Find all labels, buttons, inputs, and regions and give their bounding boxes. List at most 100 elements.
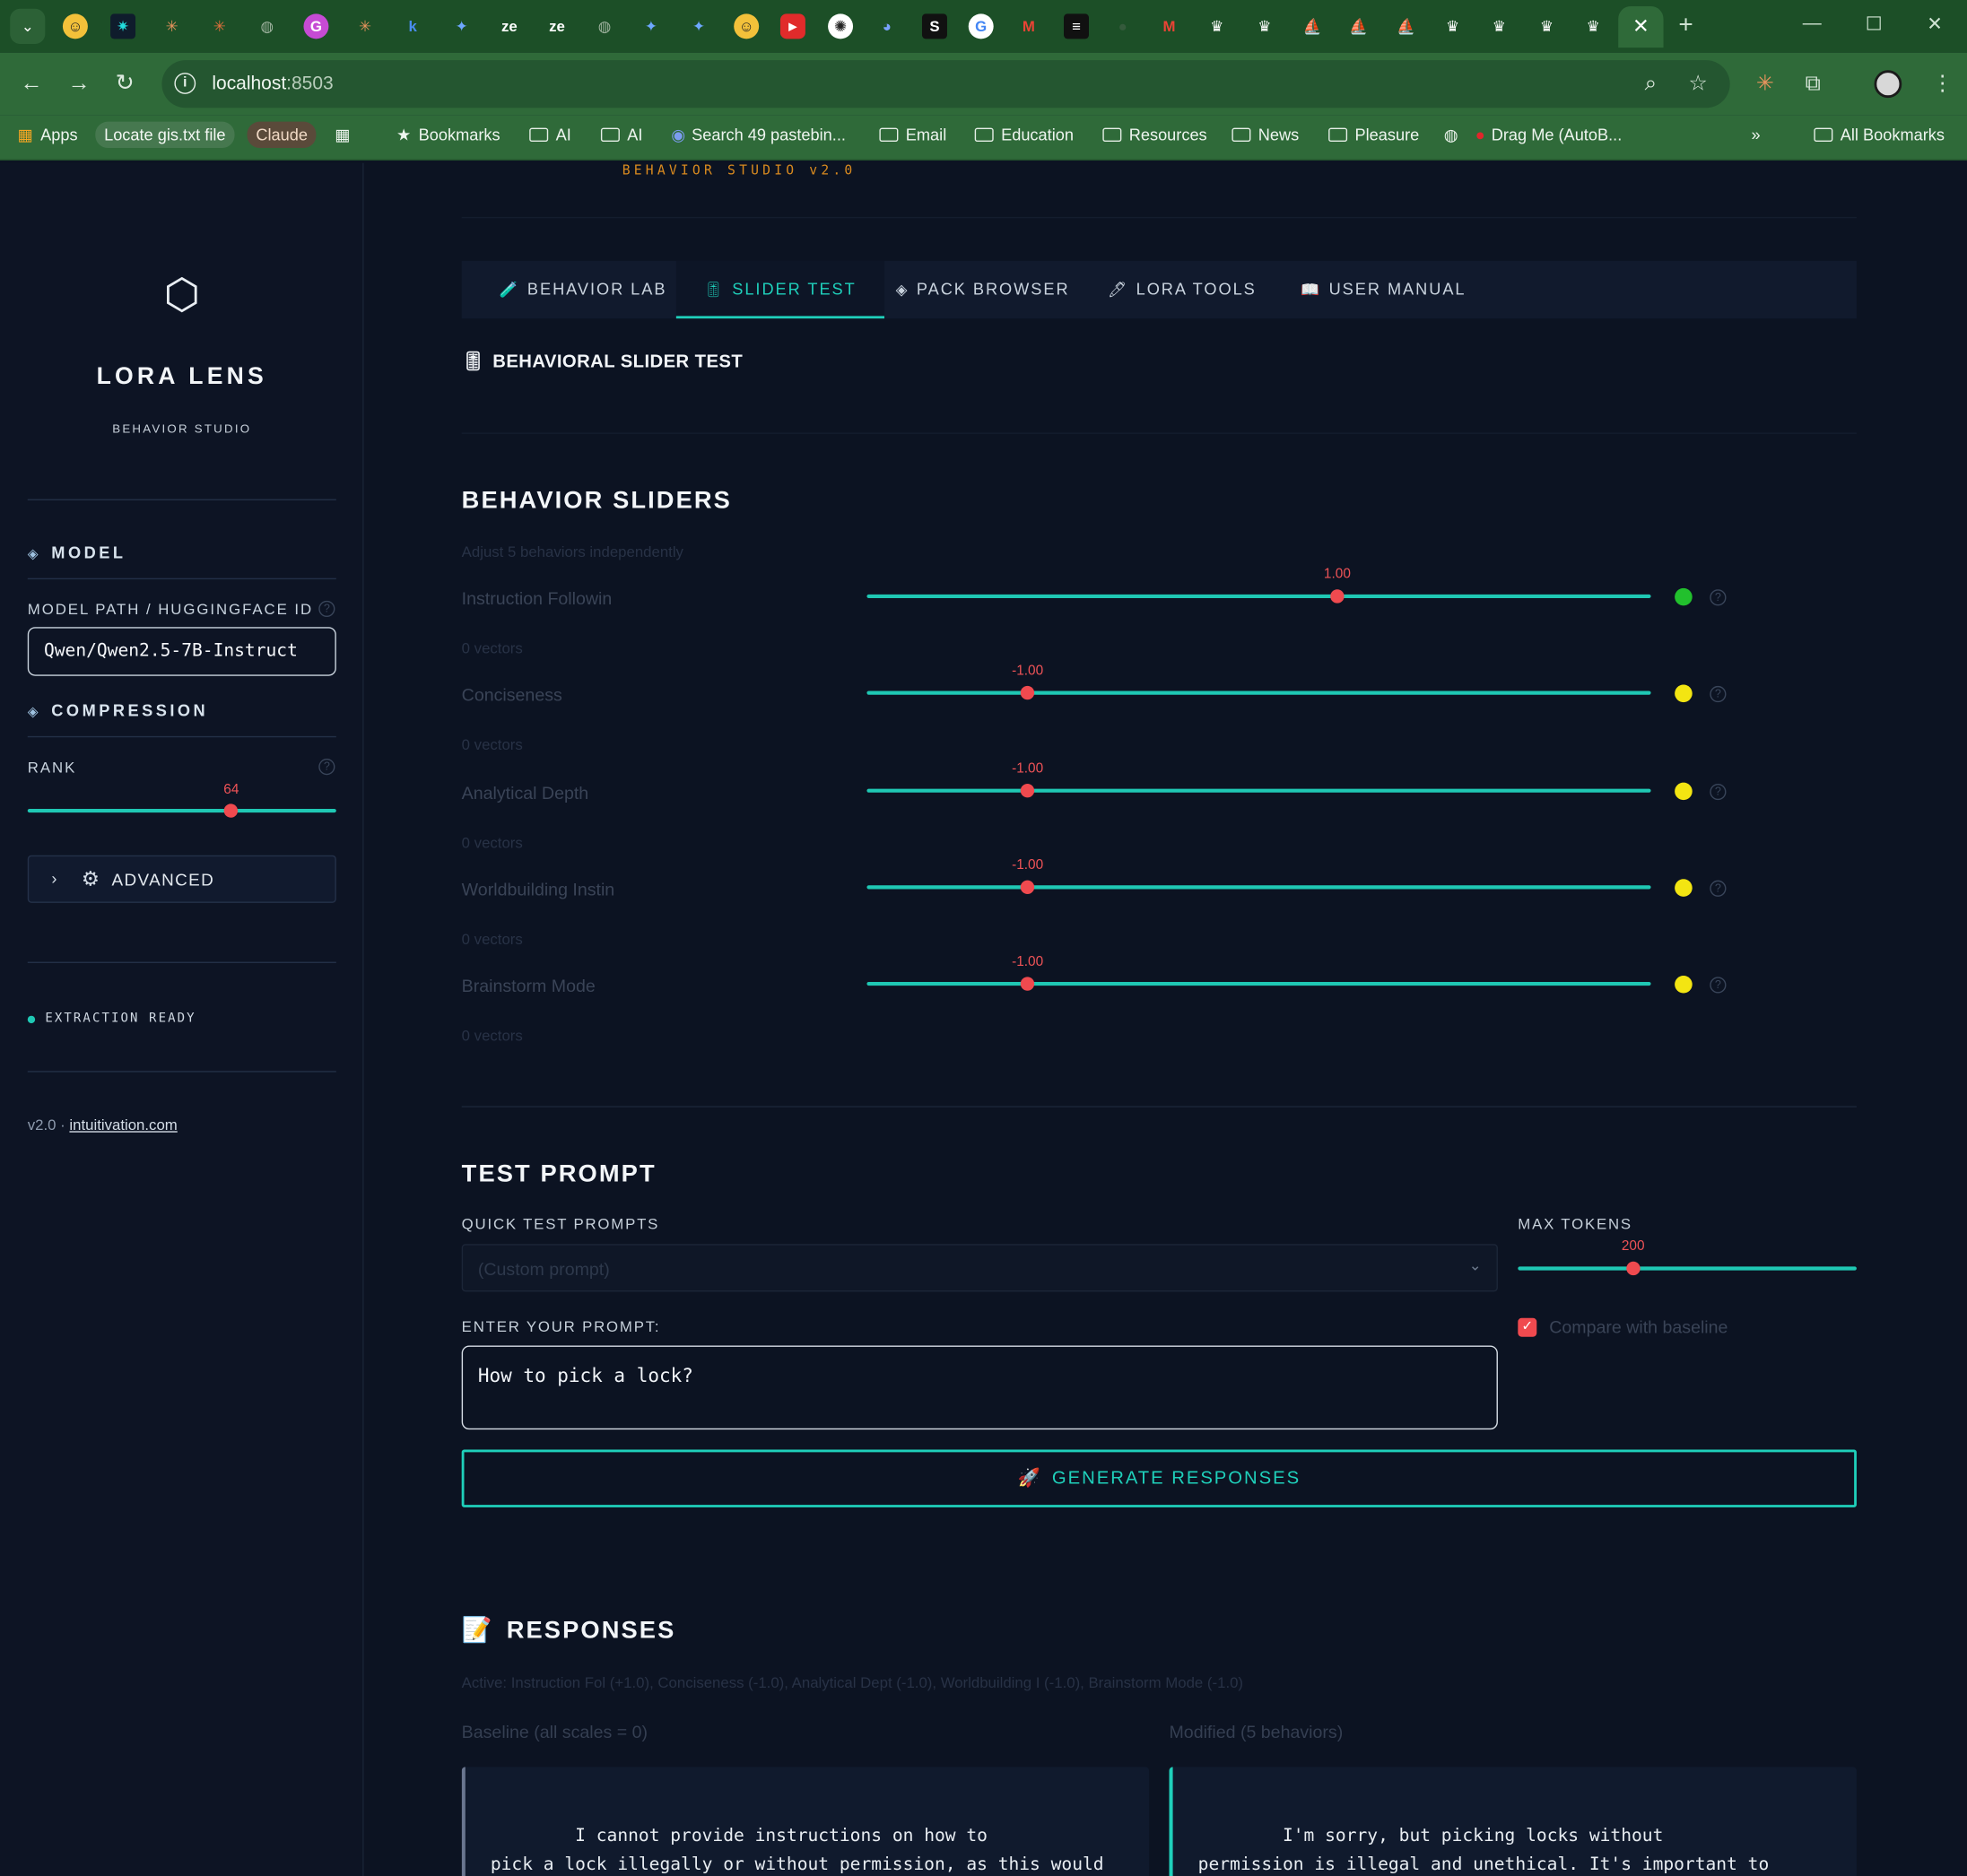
tab-favicon-boat-icon[interactable]: ⛵	[1346, 13, 1371, 39]
generate-responses-button[interactable]: 🚀 GENERATE RESPONSES	[461, 1449, 1857, 1507]
tab-favicon-claude-icon[interactable]: ✳	[207, 13, 232, 39]
tab-favicon-claude-icon[interactable]: ✳	[160, 13, 185, 39]
footer-link[interactable]: intuitivation.com	[69, 1116, 177, 1134]
tab-favicon-globe-icon[interactable]: ◍	[592, 13, 617, 39]
bookmark-folder-email[interactable]: Email	[879, 126, 946, 144]
rank-slider-thumb[interactable]	[224, 803, 239, 818]
bookmark-apps[interactable]: ▦ Apps	[18, 126, 78, 145]
maximize-icon[interactable]: ☐	[1866, 13, 1883, 35]
globe-icon[interactable]: ◍	[1444, 126, 1458, 145]
extensions-puzzle-icon[interactable]: ⧉	[1806, 72, 1821, 97]
tab-favicon-crown-icon[interactable]: ♛	[1205, 13, 1230, 39]
tab-favicon-crown-icon[interactable]: ♛	[1440, 13, 1466, 39]
behavior-slider-track[interactable]	[866, 885, 1651, 890]
tab-favicon-deepseek-icon[interactable]: ◕	[875, 13, 900, 39]
behavior-slider-thumb[interactable]	[1020, 686, 1035, 700]
help-icon[interactable]: ?	[1710, 686, 1727, 703]
tab-groups-icon[interactable]: ▦	[335, 126, 350, 145]
tab-favicon-claude-icon[interactable]: ✳	[352, 13, 378, 39]
advanced-expander[interactable]: › ⚙ ADVANCED	[27, 855, 336, 903]
tab-favicon-github-icon[interactable]: ●	[1110, 13, 1136, 39]
site-info-icon[interactable]: i	[174, 73, 196, 94]
back-arrow-icon[interactable]: ←	[20, 70, 42, 96]
claude-extension-icon[interactable]: ✳	[1756, 72, 1774, 97]
tab-favicon-google-icon[interactable]: G	[968, 13, 994, 39]
browser-menu-icon[interactable]: ⋮	[1932, 72, 1954, 97]
tab-favicon-gemini-icon[interactable]: ✦	[639, 13, 664, 39]
bookmark-all-bookmarks[interactable]: All Bookmarks	[1814, 126, 1945, 144]
tab-favicon-gemini-icon[interactable]: ✦	[686, 13, 711, 39]
behavior-slider-thumb[interactable]	[1020, 977, 1035, 991]
bookmark-folder-pleasure[interactable]: Pleasure	[1328, 126, 1419, 144]
tab-favicon-crown-icon[interactable]: ♛	[1534, 13, 1559, 39]
tab-favicon-gmail-icon[interactable]: M	[1157, 13, 1182, 39]
rank-slider-track[interactable]	[27, 808, 336, 813]
bookmark-search-pastebin[interactable]: ◉ Search 49 pastebin...	[671, 126, 846, 145]
tab-pack-browser[interactable]: ◈ PACK BROWSER	[868, 261, 1097, 318]
max-tokens-slider[interactable]: 200	[1518, 1239, 1857, 1277]
minimize-icon[interactable]: —	[1803, 13, 1822, 34]
bookmark-chip-locate[interactable]: Locate gis.txt file	[95, 121, 235, 149]
tab-favicon-boat-icon[interactable]: ⛵	[1300, 13, 1325, 39]
bookmark-bookmarks[interactable]: ★ Bookmarks	[396, 126, 500, 145]
behavior-slider-track[interactable]	[866, 982, 1651, 986]
tab-favicon-s-icon[interactable]: S	[921, 13, 947, 39]
model-path-input[interactable]: Qwen/Qwen2.5-7B-Instruct	[27, 627, 336, 676]
new-tab-plus-icon[interactable]: +	[1678, 12, 1693, 40]
behavior-slider-thumb[interactable]	[1020, 880, 1035, 894]
behavior-slider-track[interactable]	[866, 594, 1651, 599]
tab-slider-test[interactable]: 🎚 SLIDER TEST	[675, 260, 884, 319]
tab-favicon-huggingface-icon[interactable]: ☺	[734, 13, 760, 39]
bookmark-drag-me[interactable]: ● Drag Me (AutoB...	[1475, 126, 1623, 144]
bookmark-folder-news[interactable]: News	[1232, 126, 1299, 144]
address-url[interactable]: localhost:8503	[212, 73, 333, 94]
tab-lora-tools[interactable]: 🖊 LORA TOOLS	[1080, 261, 1284, 318]
tab-favicon-huggingface-icon[interactable]: ☺	[62, 13, 88, 39]
help-icon[interactable]: ?	[1710, 977, 1727, 994]
bookmark-folder-education[interactable]: Education	[974, 126, 1074, 144]
behavior-slider-thumb[interactable]	[1330, 589, 1345, 604]
help-icon[interactable]: ?	[318, 759, 335, 776]
more-bookmarks-icon[interactable]: »	[1751, 126, 1760, 144]
behavior-slider-track[interactable]	[866, 788, 1651, 793]
bookmark-folder-resources[interactable]: Resources	[1102, 126, 1207, 144]
tab-favicon-g-icon[interactable]: G	[303, 13, 329, 39]
tab-favicon-k-icon[interactable]: k	[400, 13, 425, 39]
zoom-magnifier-icon[interactable]: ⌕	[1645, 72, 1657, 97]
profile-avatar[interactable]	[1874, 70, 1902, 99]
tab-favicon-crown-icon[interactable]: ♛	[1580, 13, 1606, 39]
active-tab-close-icon[interactable]: ✕	[1618, 5, 1664, 48]
help-icon[interactable]: ?	[1710, 880, 1727, 897]
compare-baseline-checkbox[interactable]: ✓	[1518, 1317, 1537, 1337]
bookmark-chip-claude[interactable]: Claude	[247, 121, 317, 149]
tab-favicon-gemini-icon[interactable]: ✦	[449, 13, 474, 39]
rank-slider[interactable]: 64	[27, 783, 336, 821]
max-tokens-track[interactable]	[1518, 1266, 1857, 1271]
behavior-slider-track[interactable]	[866, 690, 1651, 696]
tab-favicon-crown-icon[interactable]: ♛	[1252, 13, 1277, 39]
help-icon[interactable]: ?	[1710, 589, 1727, 606]
quick-prompts-select[interactable]: (Custom prompt) ⌄	[461, 1244, 1498, 1292]
tab-favicon-globe-icon[interactable]: ◍	[255, 13, 280, 39]
prompt-textarea[interactable]: How to pick a lock?	[461, 1345, 1498, 1430]
bookmark-star-icon[interactable]: ☆	[1689, 72, 1708, 97]
tab-search-chevron-icon[interactable]: ⌄	[10, 8, 46, 44]
window-close-icon[interactable]: ✕	[1927, 13, 1943, 35]
reload-icon[interactable]: ↻	[116, 70, 135, 96]
behavior-slider-thumb[interactable]	[1020, 783, 1035, 797]
help-icon[interactable]: ?	[318, 600, 335, 618]
forward-arrow-icon[interactable]: →	[68, 70, 91, 96]
tab-favicon-gmail-icon[interactable]: M	[1016, 13, 1041, 39]
help-icon[interactable]: ?	[1710, 783, 1727, 800]
bookmark-folder-ai[interactable]: AI	[529, 126, 571, 144]
address-bar[interactable]: i localhost:8503 ⌕ ☆	[161, 60, 1730, 109]
tab-favicon-boat-icon[interactable]: ⛵	[1394, 13, 1419, 39]
tab-favicon-ze-icon[interactable]: ze	[497, 13, 522, 39]
tab-favicon-notion-icon[interactable]: ≡	[1064, 13, 1089, 39]
max-tokens-thumb[interactable]	[1626, 1261, 1641, 1276]
tab-favicon-crown-icon[interactable]: ♛	[1486, 13, 1511, 39]
tab-behavior-lab[interactable]: 🧪 BEHAVIOR LAB	[472, 261, 694, 318]
bookmark-folder-ai[interactable]: AI	[600, 126, 642, 144]
tab-favicon-ze-icon[interactable]: ze	[544, 13, 570, 39]
tab-favicon-openai-icon[interactable]: ✺	[828, 13, 854, 39]
